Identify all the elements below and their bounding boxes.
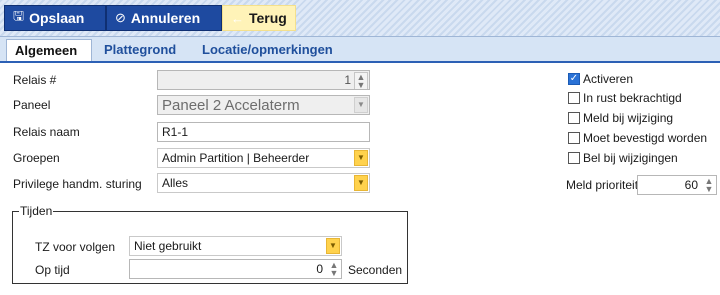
meld-prioriteit-input[interactable]: 60 ▲ ▼ bbox=[637, 175, 717, 195]
back-button[interactable]: ← Terug bbox=[222, 5, 296, 31]
privilege-value: Alles bbox=[162, 176, 189, 190]
checkbox-meld-label: Meld bij wijziging bbox=[583, 111, 674, 125]
op-tijd-unit: Seconden bbox=[348, 263, 403, 277]
chevron-down-icon[interactable]: ▼ bbox=[354, 97, 368, 113]
op-tijd-value: 0 bbox=[316, 262, 323, 276]
save-icon: 🖫 bbox=[13, 8, 25, 23]
tab-plattegrond[interactable]: Plattegrond bbox=[96, 39, 192, 61]
cancel-button-label: Annuleren bbox=[130, 10, 201, 26]
paneel-select[interactable]: Paneel 2 Accelaterm ▼ bbox=[157, 95, 370, 115]
back-arrow-icon: ← bbox=[231, 10, 244, 26]
meld-prioriteit-label: Meld prioriteit bbox=[566, 178, 639, 192]
tab-algemeen[interactable]: Algemeen bbox=[6, 39, 92, 61]
save-button-label: Opslaan bbox=[29, 10, 85, 26]
spinner-icon[interactable]: ▲ ▼ bbox=[354, 72, 368, 89]
op-tijd-input[interactable]: 0 ▲ ▼ bbox=[129, 259, 342, 279]
checkbox-activeren-label: Activeren bbox=[583, 72, 634, 86]
checkbox-in-rust-label: In rust bekrachtigd bbox=[583, 91, 682, 105]
checkbox-checked-icon[interactable]: ✓ bbox=[568, 73, 580, 85]
tz-label: TZ voor volgen bbox=[35, 240, 116, 254]
tab-bar: Algemeen Plattegrond Locatie/opmerkingen bbox=[0, 37, 720, 63]
paneel-value: Paneel 2 Accelaterm bbox=[162, 97, 300, 114]
relais-nr-label: Relais # bbox=[13, 73, 57, 87]
chevron-down-icon[interactable]: ▼ bbox=[354, 150, 368, 166]
tijden-legend: Tijden bbox=[20, 204, 53, 218]
checkbox-in-rust-bekrachtigd[interactable]: In rust bekrachtigd bbox=[568, 91, 682, 105]
save-button[interactable]: 🖫 Opslaan bbox=[4, 5, 106, 31]
relais-naam-label: Relais naam bbox=[13, 125, 80, 139]
checkbox-activeren[interactable]: ✓ Activeren bbox=[568, 72, 633, 86]
checkbox-bel-label: Bel bij wijzigingen bbox=[583, 151, 678, 165]
tab-locatie-opmerkingen[interactable]: Locatie/opmerkingen bbox=[194, 39, 350, 61]
tz-select[interactable]: Niet gebruikt ▼ bbox=[129, 236, 342, 256]
privilege-label: Privilege handm. sturing bbox=[13, 177, 142, 191]
cancel-button[interactable]: ⊘ Annuleren bbox=[106, 5, 222, 31]
cancel-icon: ⊘ bbox=[115, 10, 126, 25]
spinner-icon[interactable]: ▲ ▼ bbox=[328, 261, 340, 278]
checkbox-icon[interactable] bbox=[568, 132, 580, 144]
privilege-select[interactable]: Alles ▼ bbox=[157, 173, 370, 193]
checkbox-meld-bij-wijziging[interactable]: Meld bij wijziging bbox=[568, 111, 673, 125]
groepen-select[interactable]: Admin Partition | Beheerder ▼ bbox=[157, 148, 370, 168]
relais-naam-input[interactable]: R1-1 bbox=[157, 122, 370, 142]
groepen-label: Groepen bbox=[13, 151, 60, 165]
relais-naam-value: R1-1 bbox=[162, 125, 189, 139]
op-tijd-label: Op tijd bbox=[35, 263, 70, 277]
checkbox-icon[interactable] bbox=[568, 92, 580, 104]
meld-prioriteit-value: 60 bbox=[684, 178, 698, 192]
toolbar: 🖫 Opslaan ⊘ Annuleren ← Terug bbox=[0, 0, 720, 37]
tz-value: Niet gebruikt bbox=[134, 239, 202, 253]
checkbox-bevestigd-label: Moet bevestigd worden bbox=[583, 131, 708, 145]
relais-nr-value: 1 bbox=[344, 73, 351, 87]
paneel-label: Paneel bbox=[13, 98, 51, 112]
relais-nr-field[interactable]: 1 ▲ ▼ bbox=[157, 70, 370, 90]
chevron-down-icon[interactable]: ▼ bbox=[326, 238, 340, 254]
spinner-icon[interactable]: ▲ ▼ bbox=[703, 177, 715, 194]
checkbox-bel-bij-wijzigingen[interactable]: Bel bij wijzigingen bbox=[568, 151, 678, 165]
checkbox-icon[interactable] bbox=[568, 152, 580, 164]
groepen-value: Admin Partition | Beheerder bbox=[162, 151, 310, 165]
chevron-down-icon[interactable]: ▼ bbox=[354, 175, 368, 191]
back-button-label: Terug bbox=[249, 10, 287, 26]
checkbox-icon[interactable] bbox=[568, 112, 580, 124]
checkbox-moet-bevestigd-worden[interactable]: Moet bevestigd worden bbox=[568, 131, 707, 145]
